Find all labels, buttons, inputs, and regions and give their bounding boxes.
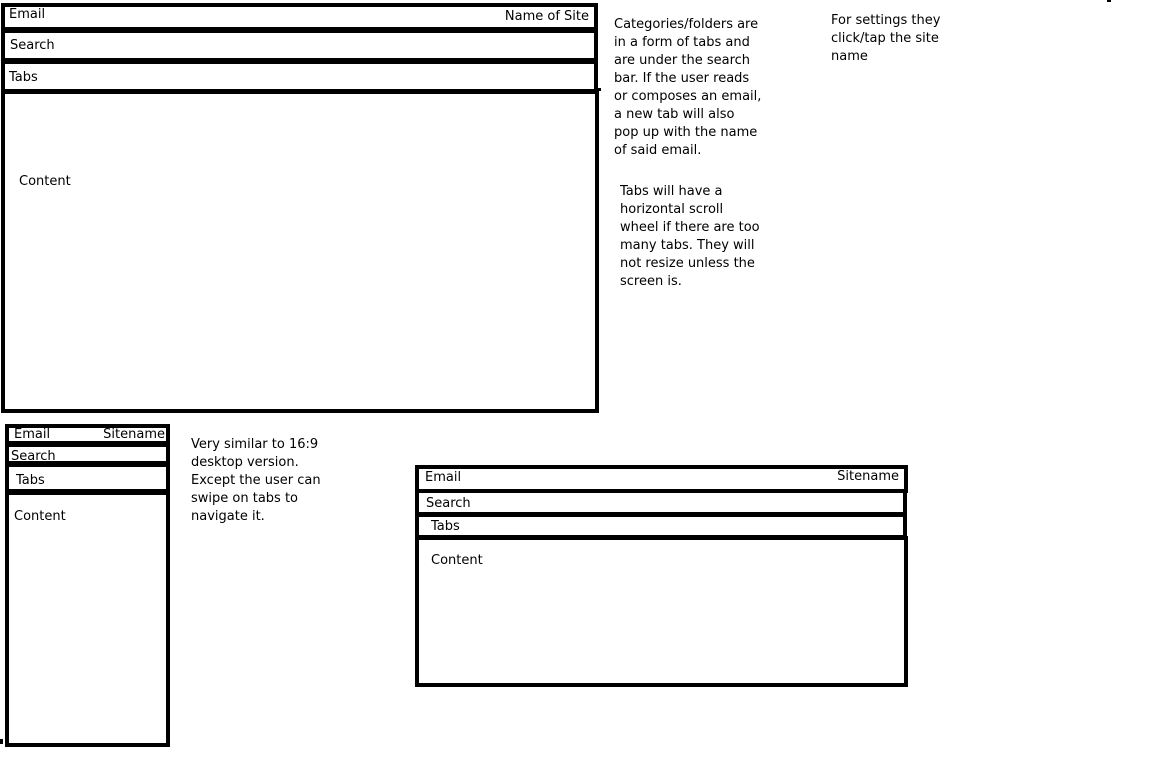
- tablet-tabs-label: Tabs: [431, 519, 460, 534]
- note-line: many tabs. They will: [620, 238, 755, 253]
- desktop-categories-note: Categories/folders are in a form of tabs…: [614, 16, 761, 160]
- note-line: of said email.: [614, 143, 702, 158]
- tablet-email-label: Email: [425, 470, 462, 485]
- note-line: Except the user can: [191, 473, 321, 488]
- tablet-content-area: [415, 536, 908, 687]
- note-line: Tabs will have a: [620, 184, 723, 199]
- stray-mark: [0, 739, 3, 744]
- mobile-content-label: Content: [14, 509, 66, 524]
- mobile-site-name-label: Sitename: [103, 427, 165, 442]
- note-line: screen is.: [620, 274, 682, 289]
- tablet-content-label: Content: [431, 553, 483, 568]
- mobile-tabs-label: Tabs: [16, 473, 45, 488]
- note-line: name: [831, 49, 868, 64]
- stray-mark: [1107, 0, 1111, 2]
- note-line: not resize unless the: [620, 256, 755, 271]
- mobile-email-label: Email: [14, 427, 51, 442]
- mobile-content-area: [5, 491, 170, 747]
- desktop-content-label: Content: [19, 174, 71, 189]
- note-line: pop up with the name: [614, 125, 758, 140]
- note-line: desktop version.: [191, 455, 299, 470]
- stray-mark: [597, 88, 601, 91]
- desktop-tabs-bar: [1, 60, 598, 93]
- desktop-content-area: [1, 90, 599, 413]
- note-line: wheel if there are too: [620, 220, 760, 235]
- note-line: are under the search: [614, 53, 751, 68]
- note-line: Categories/folders are: [614, 17, 759, 32]
- note-line: horizontal scroll: [620, 202, 724, 217]
- note-line: or composes an email,: [614, 89, 762, 104]
- desktop-tabs-label: Tabs: [9, 70, 38, 85]
- mobile-similar-note: Very similar to 16:9 desktop version. Ex…: [191, 436, 321, 526]
- note-line: swipe on tabs to: [191, 491, 298, 506]
- desktop-search-bar: [1, 29, 598, 62]
- note-line: a new tab will also: [614, 107, 735, 122]
- note-line: in a form of tabs and: [614, 35, 750, 50]
- desktop-search-label: Search: [10, 38, 55, 53]
- note-line: For settings they: [831, 13, 941, 28]
- desktop-settings-note: For settings they click/tap the site nam…: [831, 12, 940, 66]
- tablet-search-bar: [415, 489, 907, 516]
- note-line: Very similar to 16:9: [191, 437, 319, 452]
- tablet-search-label: Search: [426, 496, 471, 511]
- desktop-email-label: Email: [9, 7, 46, 22]
- note-line: click/tap the site: [831, 31, 939, 46]
- note-line: navigate it.: [191, 509, 265, 524]
- desktop-site-name-label: Name of Site: [504, 9, 589, 24]
- tablet-site-name-label: Sitename: [837, 469, 899, 484]
- desktop-tabs-scroll-note: Tabs will have a horizontal scroll wheel…: [620, 183, 760, 291]
- note-line: bar. If the user reads: [614, 71, 750, 86]
